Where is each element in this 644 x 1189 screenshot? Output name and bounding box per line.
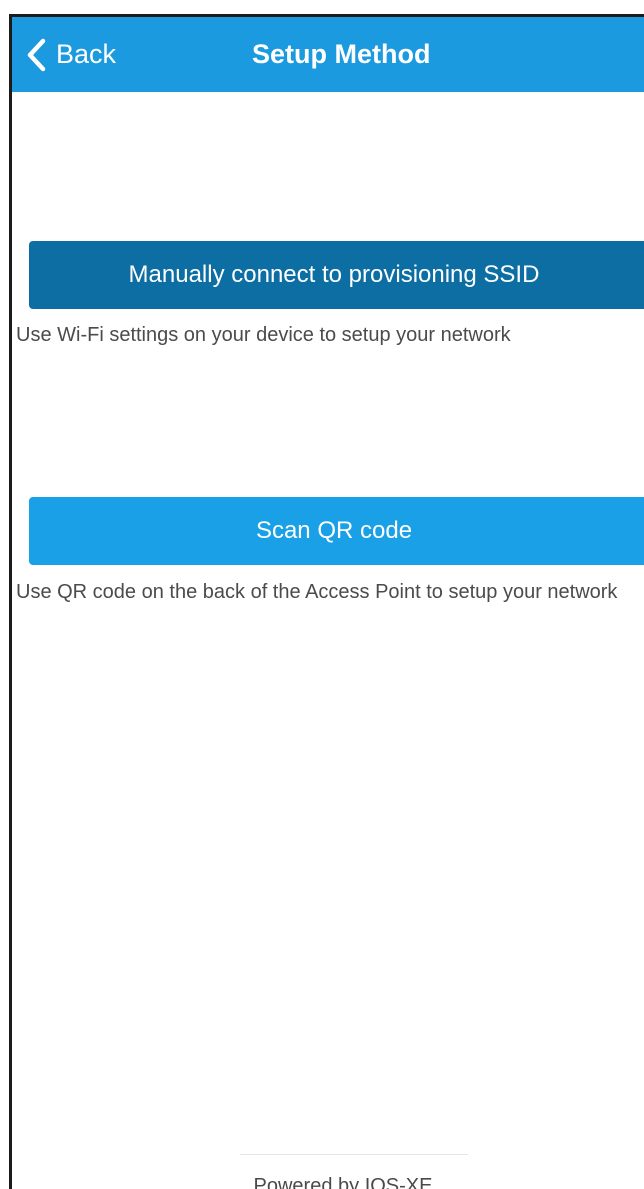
chevron-left-icon xyxy=(26,38,46,72)
powered-by-footer: Powered by IOS-XE xyxy=(253,1175,433,1189)
manual-connect-ssid-button[interactable]: Manually connect to provisioning SSID xyxy=(29,241,644,309)
footer-divider xyxy=(240,1154,468,1155)
navigation-bar: Back Setup Method xyxy=(12,17,644,92)
scan-qr-code-description: Use QR code on the back of the Access Po… xyxy=(16,581,618,603)
back-label: Back xyxy=(56,39,117,69)
manual-connect-description: Use Wi-Fi settings on your device to set… xyxy=(16,324,511,346)
page-title: Setup Method xyxy=(252,39,431,69)
scan-qr-code-button[interactable]: Scan QR code xyxy=(29,497,644,565)
back-button[interactable]: Back xyxy=(26,17,116,92)
phone-screen: Back Setup Method Manually connect to pr… xyxy=(9,14,644,1189)
